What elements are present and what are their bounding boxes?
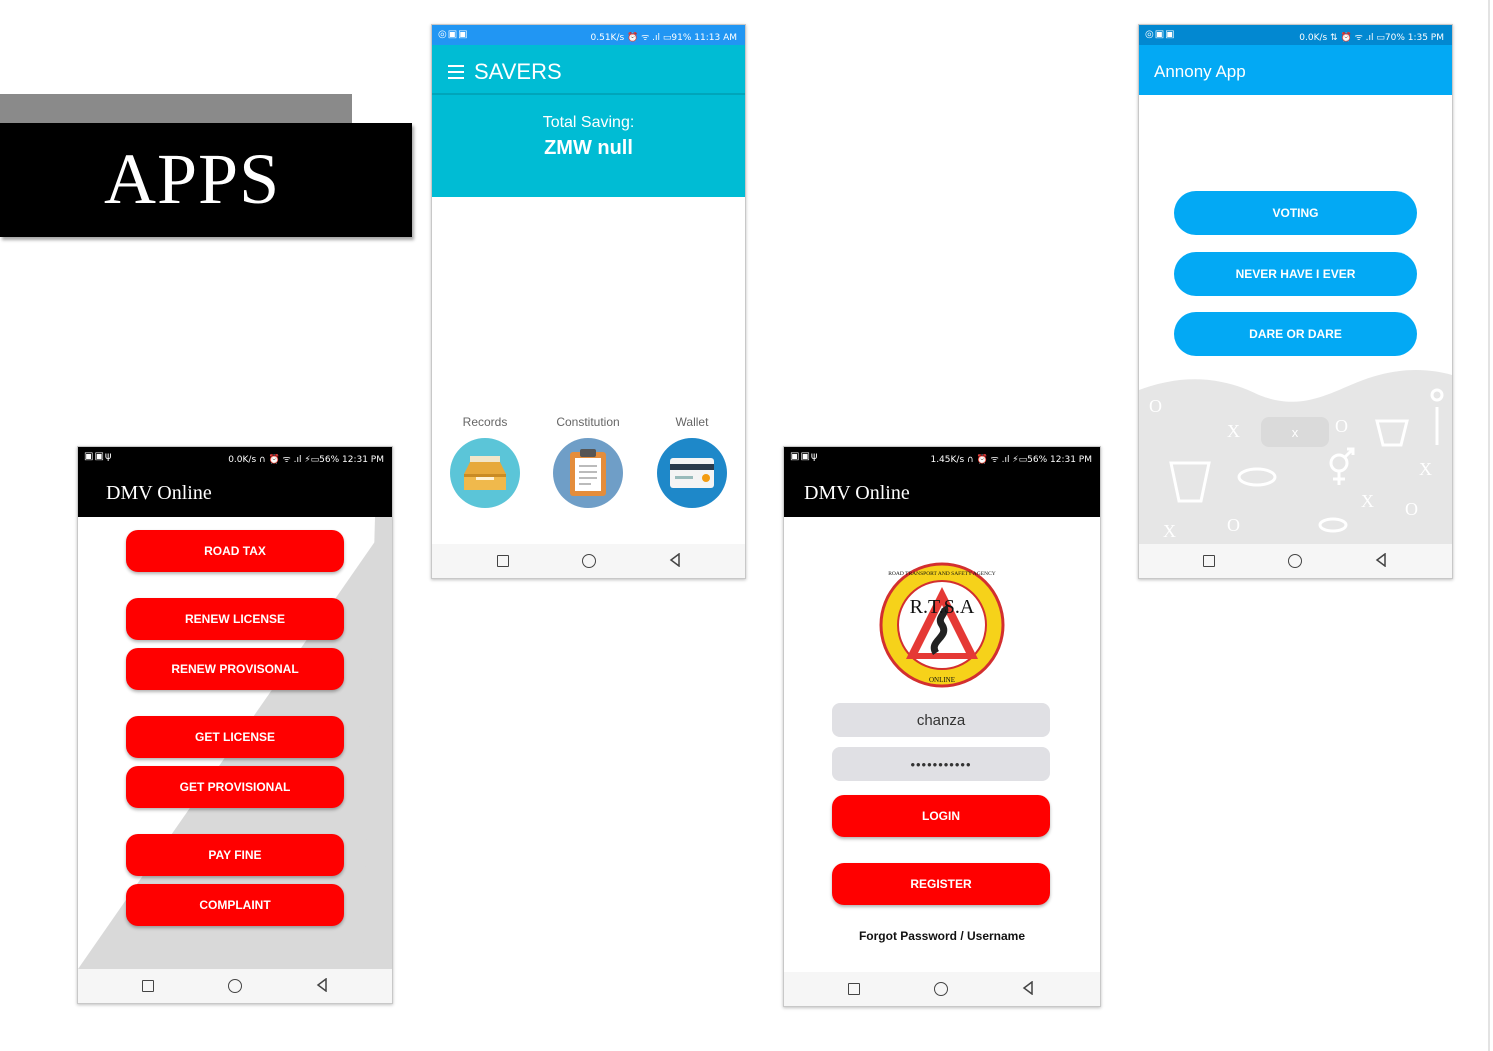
back-button[interactable] (668, 553, 682, 567)
home-button[interactable] (228, 979, 242, 993)
forgot-password-link[interactable]: Forgot Password / Username (784, 929, 1100, 943)
svg-text:X: X (1227, 421, 1240, 441)
status-text: 1.45K/s ∩ ⏰ ᯤ .ıl ⚡▭56% 12:31 PM (930, 455, 1092, 465)
system-nav-bar (784, 972, 1100, 1006)
svg-text:O: O (1149, 396, 1162, 416)
clipboard-icon[interactable] (553, 438, 623, 508)
back-button[interactable] (1021, 981, 1035, 995)
status-text: 0.0K/s ∩ ⏰ ᯤ .ıl ⚡▭56% 12:31 PM (228, 455, 384, 465)
svg-text:O: O (1227, 515, 1240, 535)
tab-records-label: Records (462, 415, 508, 429)
dmv-menu-phone: ▣▣ψ 0.0K/s ∩ ⏰ ᯤ .ıl ⚡▭56% 12:31 PM DMV … (77, 446, 393, 1004)
savers-header (432, 25, 745, 197)
complaint-button[interactable]: COMPLAINT (126, 884, 344, 926)
status-icons: ▣▣ψ (84, 451, 113, 462)
system-nav-bar (432, 544, 745, 578)
total-saving-value: ZMW null (544, 137, 633, 159)
logo-center-text: R.T.S.A (910, 596, 975, 618)
svg-text:X: X (1419, 459, 1432, 479)
logo-bottom-text: ONLINE (929, 676, 955, 684)
password-field[interactable]: ••••••••••• (832, 747, 1050, 781)
credit-card-icon[interactable] (657, 438, 727, 508)
toolbar-divider (432, 93, 745, 95)
system-nav-bar (1139, 544, 1452, 578)
rtsa-logo: R.T.S.A ONLINE ROAD TRANSPORT AND SAFETY… (879, 562, 1005, 688)
back-button[interactable] (1374, 553, 1388, 567)
status-icons: ◎▣▣ (438, 29, 469, 40)
system-nav-bar (78, 969, 392, 1003)
dare-or-dare-button[interactable]: DARE OR DARE (1174, 312, 1417, 356)
recent-apps-button[interactable] (497, 555, 509, 567)
annony-phone: ◎▣▣ 0.0K/s ⇅ ⏰ ᯤ .ıl ▭70% 1:35 PM Annony… (1138, 24, 1453, 579)
road-tax-button[interactable]: ROAD TAX (126, 530, 344, 572)
svg-text:O: O (1405, 499, 1418, 519)
status-bar: ◎▣▣ 0.51K/s ⏰ ᯤ .ıl ▭91% 11:13 AM (432, 25, 745, 45)
home-button[interactable] (582, 554, 596, 568)
tab-wallet-label: Wallet (675, 415, 709, 429)
app-title: DMV Online (106, 482, 212, 504)
banner-title: APPS (104, 139, 281, 219)
home-button[interactable] (1288, 554, 1302, 568)
register-button[interactable]: REGISTER (832, 863, 1050, 905)
status-icons: ▣▣ψ (790, 451, 819, 462)
pay-fine-button[interactable]: PAY FINE (126, 834, 344, 876)
recent-apps-button[interactable] (848, 983, 860, 995)
logo-top-text: ROAD TRANSPORT AND SAFETY AGENCY (888, 571, 995, 577)
home-button[interactable] (934, 982, 948, 996)
doodle-background: OX O XX O XO (1139, 370, 1452, 545)
inbox-tray-icon[interactable] (450, 438, 520, 508)
menu-icon[interactable] (448, 65, 464, 83)
savers-phone: ◎▣▣ 0.51K/s ⏰ ᯤ .ıl ▭91% 11:13 AM SAVERS… (431, 24, 746, 579)
status-icons: ◎▣▣ (1145, 29, 1176, 40)
back-button[interactable] (315, 978, 329, 992)
status-bar: ▣▣ψ 0.0K/s ∩ ⏰ ᯤ .ıl ⚡▭56% 12:31 PM (78, 447, 392, 467)
svg-text:X: X (1163, 521, 1176, 541)
status-bar: ▣▣ψ 1.45K/s ∩ ⏰ ᯤ .ıl ⚡▭56% 12:31 PM (784, 447, 1100, 467)
app-title: DMV Online (804, 482, 910, 504)
status-text: 0.51K/s ⏰ ᯤ .ıl ▭91% 11:13 AM (590, 33, 737, 43)
renew-license-button[interactable]: RENEW LICENSE (126, 598, 344, 640)
recent-apps-button[interactable] (142, 980, 154, 992)
username-field[interactable]: chanza (832, 703, 1050, 737)
login-button[interactable]: LOGIN (832, 795, 1050, 837)
app-title: SAVERS (474, 59, 562, 84)
app-title: Annony App (1154, 62, 1246, 81)
voting-button[interactable]: VOTING (1174, 191, 1417, 235)
get-provisional-button[interactable]: GET PROVISIONAL (126, 766, 344, 808)
status-text: 0.0K/s ⇅ ⏰ ᯤ .ıl ▭70% 1:35 PM (1299, 33, 1444, 43)
tab-constitution-label: Constitution (556, 415, 620, 429)
total-saving-label: Total Saving: (542, 114, 635, 131)
dismiss-pill[interactable]: x (1261, 417, 1329, 447)
dmv-login-phone: ▣▣ψ 1.45K/s ∩ ⏰ ᯤ .ıl ⚡▭56% 12:31 PM DMV… (783, 446, 1101, 1007)
renew-provisonal-button[interactable]: RENEW PROVISONAL (126, 648, 344, 690)
page-edge-line (1488, 0, 1490, 1051)
status-bar: ◎▣▣ 0.0K/s ⇅ ⏰ ᯤ .ıl ▭70% 1:35 PM (1139, 25, 1452, 45)
get-license-button[interactable]: GET LICENSE (126, 716, 344, 758)
svg-text:O: O (1335, 416, 1348, 436)
never-have-i-ever-button[interactable]: NEVER HAVE I EVER (1174, 252, 1417, 296)
recent-apps-button[interactable] (1203, 555, 1215, 567)
svg-text:X: X (1361, 491, 1374, 511)
